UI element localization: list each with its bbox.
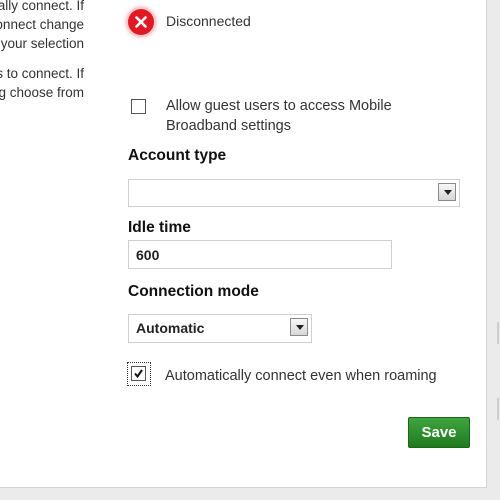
connection-mode-value: Automatic [136, 320, 205, 336]
scroll-edge [497, 398, 499, 420]
guest-access-label-line: Allow guest users to access Mobile [166, 98, 392, 114]
roaming-label[interactable]: Automatically connect even when roaming [165, 366, 437, 386]
description-line: g choose from [0, 85, 84, 100]
idle-time-input[interactable] [128, 240, 392, 269]
chevron-down-icon[interactable] [290, 318, 308, 336]
scroll-edge [497, 322, 499, 344]
roaming-checkbox[interactable] [131, 366, 146, 381]
connection-mode-select[interactable]: Automatic [128, 314, 312, 343]
account-type-select[interactable] [128, 179, 460, 207]
chevron-down-icon[interactable] [438, 183, 456, 201]
description-line: gs to connect. If [0, 66, 84, 81]
guest-access-label-line: Broadband settings [166, 118, 291, 134]
save-button[interactable]: Save [408, 417, 470, 448]
description-text-1: cally connect. If onnect change your sel… [0, 0, 84, 53]
description-line: your selection [0, 36, 84, 51]
checkmark-icon [134, 369, 143, 379]
settings-panel: cally connect. If onnect change your sel… [0, 0, 487, 488]
description-text-2: gs to connect. If g choose from [0, 64, 84, 102]
description-line: cally connect. If [0, 0, 84, 13]
description-line: onnect change [0, 17, 84, 32]
error-x-icon [128, 9, 154, 35]
guest-access-checkbox[interactable] [131, 99, 146, 114]
guest-access-label[interactable]: Allow guest users to access Mobile Broad… [166, 96, 392, 136]
account-type-label: Account type [128, 147, 227, 164]
connection-mode-label: Connection mode [128, 283, 259, 300]
idle-time-label: Idle time [128, 219, 191, 236]
connection-status: Disconnected [166, 13, 251, 29]
